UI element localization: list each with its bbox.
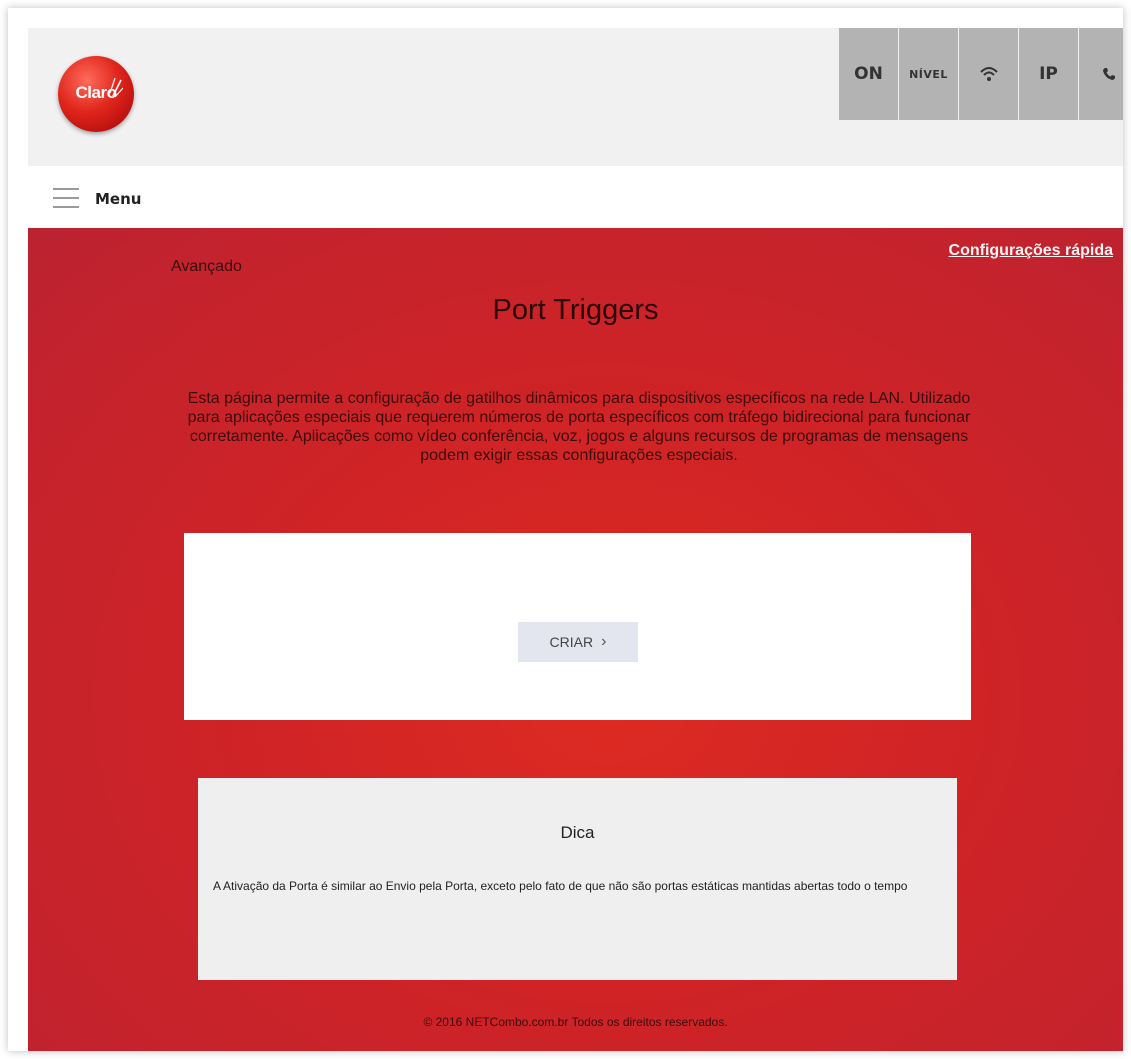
page-title: Port Triggers — [492, 294, 659, 326]
status-on[interactable]: ON — [839, 28, 898, 120]
breadcrumb[interactable]: Avançado — [171, 258, 242, 276]
claro-logo[interactable]: Claro — [58, 56, 134, 132]
page-frame: Claro ON NÍVEL IP Menu Avançado Configur… — [8, 8, 1123, 1051]
status-indicators: ON NÍVEL IP — [839, 28, 1123, 120]
menu-bar: Menu — [28, 166, 1123, 228]
wifi-icon — [979, 67, 998, 81]
tip-panel: Dica A Ativação da Porta é similar ao En… — [198, 778, 957, 980]
status-ip[interactable]: IP — [1019, 28, 1078, 120]
chevron-right-icon: › — [601, 633, 607, 650]
phone-icon — [1102, 68, 1115, 80]
status-ip-label: IP — [1039, 64, 1058, 84]
logo-spark-icon — [109, 77, 123, 98]
hamburger-icon[interactable] — [53, 188, 79, 208]
menu-label[interactable]: Menu — [95, 190, 141, 208]
page-description: Esta página permite a configuração de ga… — [187, 390, 971, 464]
create-button-label: CRIAR — [549, 634, 594, 650]
quick-settings-link[interactable]: Configurações rápida — [949, 242, 1113, 260]
main-content: Avançado Configurações rápida Port Trigg… — [28, 228, 1123, 1051]
create-panel: CRIAR › — [184, 533, 971, 720]
tip-title: Dica — [560, 823, 595, 842]
status-on-label: ON — [854, 64, 883, 84]
status-phone[interactable] — [1079, 28, 1123, 120]
footer-copyright: © 2016 NETCombo.com.br Todos os direitos… — [423, 1015, 728, 1029]
status-nivel-label: NÍVEL — [909, 67, 948, 81]
header: Claro ON NÍVEL IP — [28, 28, 1123, 166]
status-wifi[interactable] — [959, 28, 1018, 120]
tip-text: A Ativação da Porta é similar ao Envio p… — [213, 879, 908, 893]
status-nivel[interactable]: NÍVEL — [899, 28, 958, 120]
create-button[interactable]: CRIAR › — [518, 622, 638, 662]
